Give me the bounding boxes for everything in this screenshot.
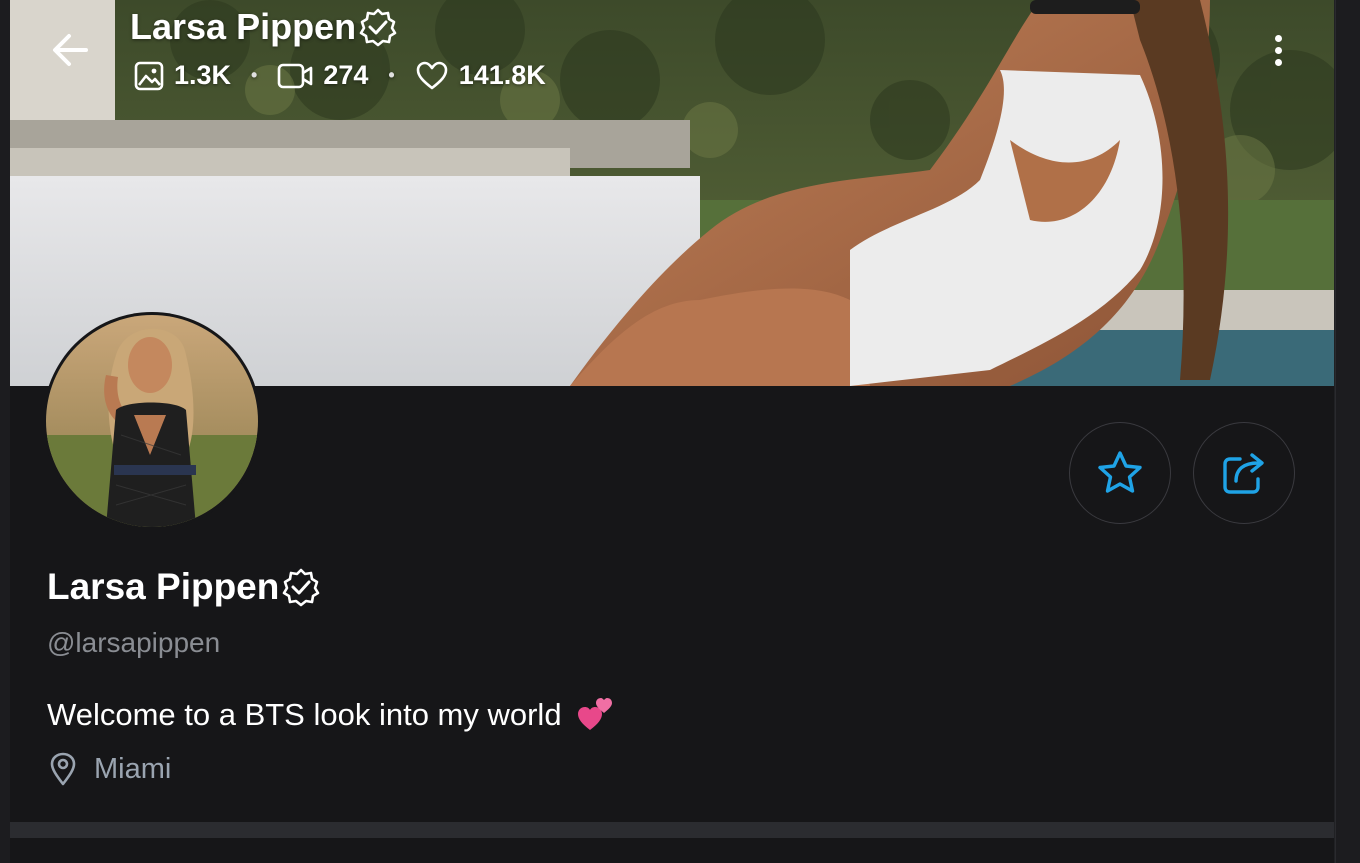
two-hearts-icon <box>576 696 614 734</box>
arrow-left-icon <box>53 34 88 66</box>
more-vertical-icon <box>1274 34 1282 42</box>
profile-name: Larsa Pippen <box>47 566 321 608</box>
back-button[interactable] <box>46 26 94 74</box>
header-stats: 1.3K • 274 • 141.8K <box>134 60 546 91</box>
stat-separator: • <box>388 65 395 85</box>
likes-stat: 141.8K <box>415 60 546 91</box>
profile-page: Larsa Pippen 1.3K • 274 • 141.8K Larsa P… <box>10 0 1334 822</box>
likes-count: 141.8K <box>458 60 546 90</box>
next-section <box>10 838 1334 863</box>
window-edge-left <box>0 0 10 863</box>
heart-icon <box>416 61 448 89</box>
avatar-image <box>46 315 258 527</box>
image-icon <box>134 61 164 90</box>
photos-count: 1.3K <box>174 60 232 90</box>
profile-handle: @larsapippen <box>47 627 221 658</box>
favorite-button[interactable] <box>1069 422 1171 524</box>
stat-separator: • <box>251 65 258 85</box>
star-icon <box>1098 451 1142 493</box>
header-name: Larsa Pippen <box>130 6 357 47</box>
photos-stat: 1.3K <box>134 60 231 91</box>
location-text: Miami <box>94 752 172 785</box>
scrollbar-track[interactable] <box>1335 0 1360 863</box>
header-title: Larsa Pippen <box>130 6 398 48</box>
profile-bio: Welcome to a BTS look into my world <box>47 696 614 734</box>
videos-stat: 274 <box>277 60 368 91</box>
bio-text: Welcome to a BTS look into my world <box>47 697 562 732</box>
video-icon <box>278 63 313 88</box>
header-overlay: Larsa Pippen 1.3K • 274 • 141.8K <box>10 0 1334 110</box>
more-options-button[interactable] <box>1266 26 1290 74</box>
share-button[interactable] <box>1193 422 1295 524</box>
share-icon <box>1223 453 1264 494</box>
profile-location: Miami <box>50 752 171 786</box>
avatar[interactable] <box>43 312 261 530</box>
profile-name-text: Larsa Pippen <box>47 566 280 607</box>
verified-badge-icon <box>283 568 320 607</box>
videos-count: 274 <box>323 60 369 90</box>
section-divider <box>10 822 1334 838</box>
verified-badge-icon <box>359 8 397 47</box>
map-pin-icon <box>50 752 76 786</box>
app-window: Larsa Pippen 1.3K • 274 • 141.8K Larsa P… <box>0 0 1360 863</box>
